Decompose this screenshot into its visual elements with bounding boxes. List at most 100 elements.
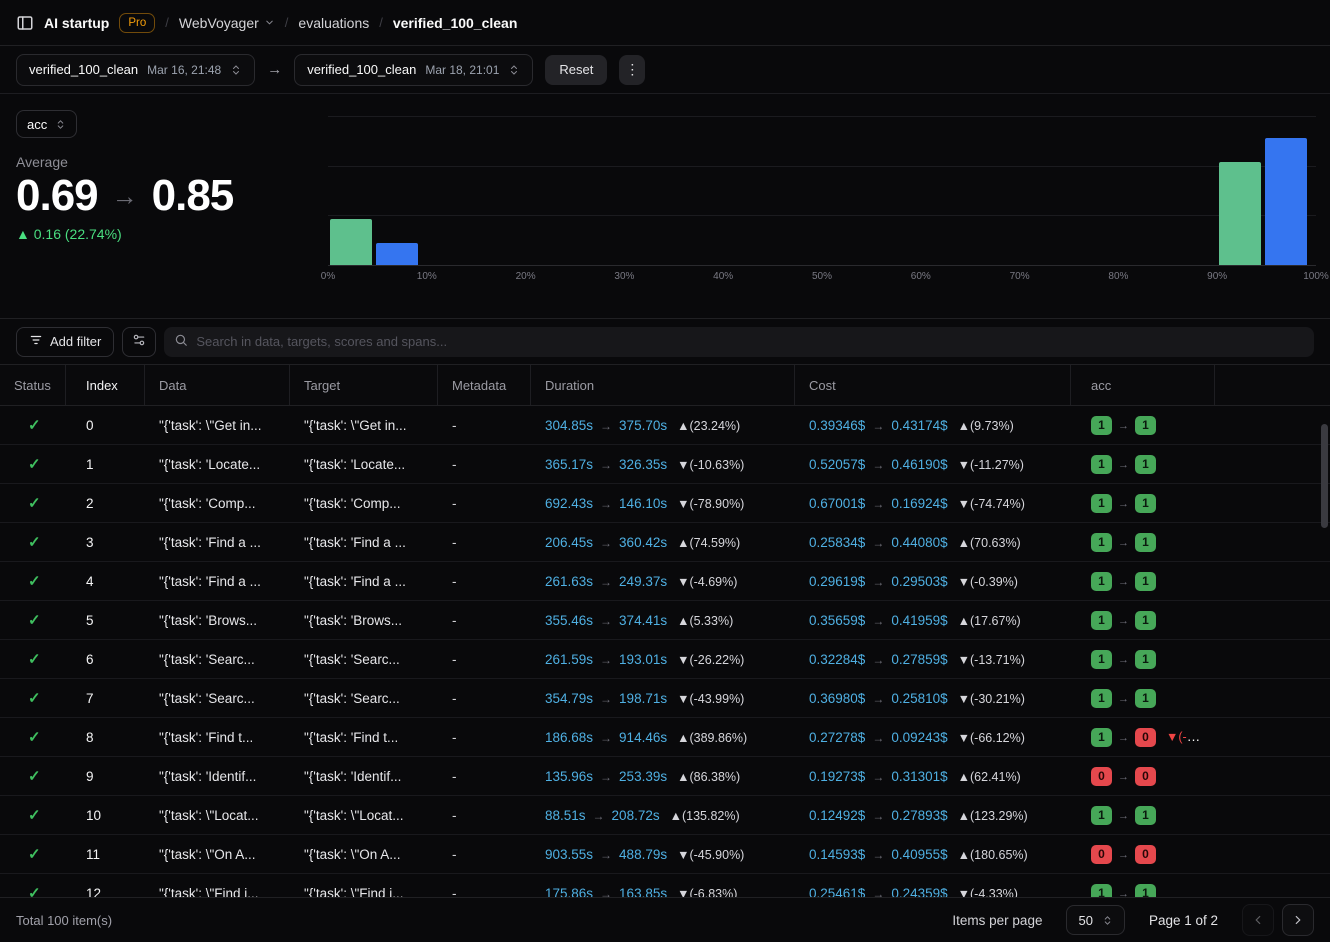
status-cell: ✓: [0, 806, 66, 824]
table-row[interactable]: ✓ 5 "{'task': 'Brows... "{'task': 'Brows…: [0, 601, 1330, 640]
column-header-cost[interactable]: Cost: [795, 365, 1071, 405]
sidebar-toggle-icon[interactable]: [16, 14, 34, 32]
previous-page-button[interactable]: [1242, 904, 1274, 936]
breadcrumb-separator: /: [285, 15, 289, 30]
cost-before: 0.25834$: [809, 535, 865, 550]
row-index: 6: [66, 652, 145, 667]
acc-before-badge: 1: [1091, 728, 1112, 747]
chevron-down-icon: [264, 17, 275, 28]
column-header-status[interactable]: Status: [0, 365, 66, 405]
scrollbar-thumb[interactable]: [1321, 424, 1328, 528]
table-row[interactable]: ✓ 2 "{'task': 'Comp... "{'task': 'Comp..…: [0, 484, 1330, 523]
table-settings-button[interactable]: [122, 327, 156, 357]
evaluation-name: verified_100_clean: [307, 62, 416, 77]
search-input[interactable]: [196, 334, 1304, 349]
column-header-duration[interactable]: Duration: [531, 365, 795, 405]
table-row[interactable]: ✓ 6 "{'task': 'Searc... "{'task': 'Searc…: [0, 640, 1330, 679]
column-header-data[interactable]: Data: [145, 365, 290, 405]
acc-after-badge: 0: [1135, 767, 1156, 786]
table-row[interactable]: ✓ 0 "{'task': \"Get in... "{'task': \"Ge…: [0, 406, 1330, 445]
acc-cell: 1→1: [1071, 416, 1215, 435]
add-filter-button[interactable]: Add filter: [16, 327, 114, 357]
cost-cell: 0.39346$→0.43174$▲(9.73%): [795, 418, 1071, 433]
cost-before: 0.52057$: [809, 457, 865, 472]
status-cell: ✓: [0, 650, 66, 668]
arrow-right-icon: →: [872, 692, 884, 706]
table-row[interactable]: ✓ 7 "{'task': 'Searc... "{'task': 'Searc…: [0, 679, 1330, 718]
acc-delta: ▼(-100.0: [1166, 730, 1215, 744]
column-header-acc[interactable]: acc: [1071, 365, 1215, 405]
arrow-right-icon: →: [1118, 849, 1129, 861]
column-header-metadata[interactable]: Metadata: [438, 365, 531, 405]
table-row[interactable]: ✓ 11 "{'task': \"On A... "{'task': \"On …: [0, 835, 1330, 874]
duration-delta: ▼(-43.99%): [677, 692, 744, 706]
compared-evaluation-select[interactable]: verified_100_clean Mar 18, 21:01: [294, 54, 533, 86]
row-metadata: -: [438, 574, 531, 589]
table-row[interactable]: ✓ 1 "{'task': 'Locate... "{'task': 'Loca…: [0, 445, 1330, 484]
arrow-right-icon: →: [1118, 732, 1129, 744]
arrow-right-icon: →: [600, 536, 612, 550]
total-count: Total 100 item(s): [16, 913, 112, 928]
column-header-target[interactable]: Target: [290, 365, 438, 405]
duration-cell: 261.59s→193.01s▼(-26.22%): [531, 652, 795, 667]
next-page-button[interactable]: [1282, 904, 1314, 936]
row-data: "{'task': \"On A...: [145, 847, 290, 862]
items-per-page-select[interactable]: 50: [1066, 905, 1124, 935]
arrow-right-icon: →: [1118, 654, 1129, 666]
status-cell: ✓: [0, 611, 66, 629]
arrow-right-icon: →: [872, 536, 884, 550]
cost-cell: 0.32284$→0.27859$▼(-13.71%): [795, 652, 1071, 667]
reset-button[interactable]: Reset: [545, 55, 607, 85]
x-axis-tick-label: 0%: [321, 271, 335, 282]
table-row[interactable]: ✓ 8 "{'task': 'Find t... "{'task': 'Find…: [0, 718, 1330, 757]
duration-before: 692.43s: [545, 496, 593, 511]
distribution-bar-compared: [1265, 138, 1307, 265]
duration-before: 354.79s: [545, 691, 593, 706]
cost-cell: 0.14593$→0.40955$▲(180.65%): [795, 847, 1071, 862]
cost-cell: 0.12492$→0.27893$▲(123.29%): [795, 808, 1071, 823]
arrow-right-icon: →: [872, 497, 884, 511]
status-cell: ✓: [0, 455, 66, 473]
column-header-index[interactable]: Index: [66, 365, 145, 405]
row-target: "{'task': 'Locate...: [290, 457, 438, 472]
evaluation-date: Mar 18, 21:01: [425, 63, 499, 77]
arrow-right-icon: →: [600, 458, 612, 472]
duration-delta: ▼(-6.83%): [677, 887, 737, 898]
chart-x-axis: 0%10%20%30%40%50%60%70%80%90%100%: [328, 266, 1316, 284]
duration-before: 355.46s: [545, 613, 593, 628]
cost-after: 0.44080$: [891, 535, 947, 550]
row-index: 10: [66, 808, 145, 823]
cost-after: 0.27893$: [891, 808, 947, 823]
table-row[interactable]: ✓ 12 "{'task': \"Find i... "{'task': \"F…: [0, 874, 1330, 897]
workspace-name[interactable]: AI startup: [44, 15, 109, 31]
table-row[interactable]: ✓ 10 "{'task': \"Locat... "{'task': \"Lo…: [0, 796, 1330, 835]
metric-selector[interactable]: acc: [16, 110, 77, 138]
status-cell: ✓: [0, 689, 66, 707]
acc-after-badge: 1: [1135, 611, 1156, 630]
row-metadata: -: [438, 613, 531, 628]
cost-delta: ▲(9.73%): [958, 419, 1014, 433]
table-row[interactable]: ✓ 3 "{'task': 'Find a ... "{'task': 'Fin…: [0, 523, 1330, 562]
cost-before: 0.27278$: [809, 730, 865, 745]
duration-before: 261.63s: [545, 574, 593, 589]
more-options-button[interactable]: ⋮: [619, 55, 645, 85]
duration-delta: ▲(86.38%): [677, 770, 740, 784]
acc-cell: 1→1: [1071, 689, 1215, 708]
table-row[interactable]: ✓ 4 "{'task': 'Find a ... "{'task': 'Fin…: [0, 562, 1330, 601]
arrow-right-icon: →: [600, 419, 612, 433]
status-success-icon: ✓: [28, 456, 41, 473]
cost-after: 0.46190$: [891, 457, 947, 472]
cost-before: 0.39346$: [809, 418, 865, 433]
cost-cell: 0.25461$→0.24359$▼(-4.33%): [795, 886, 1071, 898]
row-target: "{'task': 'Identif...: [290, 769, 438, 784]
cost-cell: 0.25834$→0.44080$▲(70.63%): [795, 535, 1071, 550]
breadcrumb-evaluations[interactable]: evaluations: [298, 15, 369, 31]
status-cell: ✓: [0, 533, 66, 551]
x-axis-tick-label: 10%: [417, 271, 437, 282]
arrow-right-icon: →: [1118, 420, 1129, 432]
breadcrumb-project[interactable]: WebVoyager: [179, 15, 275, 31]
table-row[interactable]: ✓ 9 "{'task': 'Identif... "{'task': 'Ide…: [0, 757, 1330, 796]
baseline-evaluation-select[interactable]: verified_100_clean Mar 16, 21:48: [16, 54, 255, 86]
cost-cell: 0.67001$→0.16924$▼(-74.74%): [795, 496, 1071, 511]
duration-delta: ▼(-26.22%): [677, 653, 744, 667]
